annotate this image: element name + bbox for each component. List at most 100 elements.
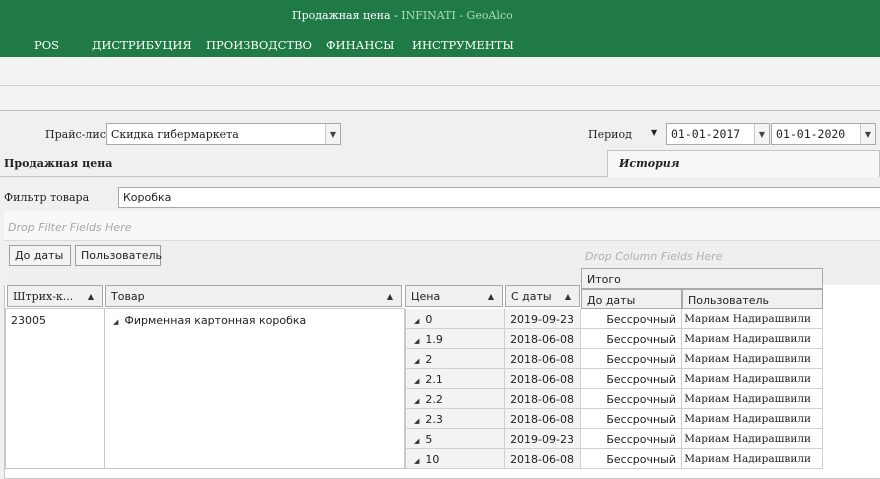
price-value: 10 xyxy=(425,453,440,466)
from-date-cell: 2018-06-08 xyxy=(505,409,581,429)
header-product[interactable]: Товар ▲ xyxy=(105,285,402,307)
sort-asc-icon: ▲ xyxy=(87,292,94,301)
header-product-label: Товар xyxy=(111,290,145,303)
price-cell: ◢ 1.9 xyxy=(405,329,505,349)
barcode-value: 23005 xyxy=(11,314,46,327)
sort-asc-icon: ▲ xyxy=(564,292,571,301)
price-value: 5 xyxy=(425,433,433,446)
to-date-cell: Бессрочный xyxy=(581,409,682,429)
from-date-cell: 2018-06-08 xyxy=(505,349,581,369)
header-user[interactable]: Пользователь xyxy=(682,289,823,309)
price-cell: ◢ 2.2 xyxy=(405,389,505,409)
toolbar-strip xyxy=(0,57,880,86)
to-date-cell: Бессрочный xyxy=(581,369,682,389)
menu-item-finance[interactable]: ФИНАНСЫ xyxy=(326,38,394,52)
product-cell: ◢ Фирменная картонная коробка xyxy=(105,308,405,469)
to-date-cell: Бессрочный xyxy=(581,349,682,369)
user-cell: Мариам Надирашвили xyxy=(682,369,823,389)
sort-asc-icon: ▲ xyxy=(386,292,393,301)
toolbar-strip-secondary xyxy=(0,86,880,111)
product-filter-input[interactable]: Коробка xyxy=(118,187,880,208)
from-date-cell: 2019-09-23 xyxy=(505,429,581,449)
price-cell: ◢ 2 xyxy=(405,349,505,369)
from-date-cell: 2018-06-08 xyxy=(505,389,581,409)
product-group-row[interactable]: ◢ Фирменная картонная коробка xyxy=(105,309,404,327)
from-date-cell: 2018-06-08 xyxy=(505,449,581,469)
barcode-cell: 23005 xyxy=(5,308,105,469)
chevron-down-icon[interactable]: ▼ xyxy=(860,124,875,144)
tab-sale-price[interactable]: Продажная цена xyxy=(4,157,112,170)
sort-asc-icon: ▲ xyxy=(487,292,494,301)
from-date-cell: 2018-06-08 xyxy=(505,369,581,389)
user-cell: Мариам Надирашвили xyxy=(682,389,823,409)
price-value: 2.2 xyxy=(425,393,443,406)
to-date-cell: Бессрочный xyxy=(581,429,682,449)
header-total: Итого xyxy=(581,268,823,289)
period-from-value: 01-01-2017 xyxy=(671,127,741,141)
app-name: INFINATI - GeoAlco xyxy=(401,9,513,22)
menu-item-tools[interactable]: ИНСТРУМЕНТЫ xyxy=(412,38,514,52)
price-list-combo[interactable]: Скидка гибермаркета ▼ xyxy=(106,123,341,145)
header-from-date[interactable]: С даты ▲ xyxy=(505,285,580,307)
collapse-triangle-icon[interactable]: ◢ xyxy=(414,357,419,365)
chevron-down-icon[interactable]: ▼ xyxy=(325,124,340,144)
price-cell: ◢ 2.3 xyxy=(405,409,505,429)
price-cell: ◢ 10 xyxy=(405,449,505,469)
period-dropdown-icon[interactable]: ▼ xyxy=(651,128,657,137)
to-date-cell: Бессрочный xyxy=(581,329,682,349)
user-cell: Мариам Надирашвили xyxy=(682,329,823,349)
user-cell: Мариам Надирашвили xyxy=(682,409,823,429)
product-filter-label: Фильтр товара xyxy=(4,191,90,204)
product-name: Фирменная картонная коробка xyxy=(124,314,307,327)
collapse-triangle-icon[interactable]: ◢ xyxy=(414,377,419,385)
collapse-triangle-icon[interactable]: ◢ xyxy=(414,337,419,345)
menu-item-distribution[interactable]: ДИСТРИБУЦИЯ xyxy=(92,38,192,52)
title-prefix: Продажная цена - xyxy=(292,9,402,22)
price-list-label: Прайс-лист xyxy=(45,128,112,141)
header-barcode-label: Штрих-к... xyxy=(13,290,74,303)
user-cell: Мариам Надирашвили xyxy=(682,309,823,329)
header-from-date-label: С даты xyxy=(511,290,552,303)
tab-history[interactable]: История xyxy=(607,150,880,177)
menu-item-production[interactable]: ПРОИЗВОДСТВО xyxy=(206,38,312,52)
collapse-triangle-icon[interactable]: ◢ xyxy=(414,457,419,465)
period-to-combo[interactable]: 01-01-2020 ▼ xyxy=(771,123,876,145)
header-to-date[interactable]: До даты xyxy=(581,289,682,309)
header-price-label: Цена xyxy=(411,290,441,303)
period-label: Период xyxy=(588,128,632,141)
to-date-cell: Бессрочный xyxy=(581,309,682,329)
row-field-button-to-date[interactable]: До даты xyxy=(9,245,71,266)
header-price[interactable]: Цена ▲ xyxy=(405,285,503,307)
to-date-cell: Бессрочный xyxy=(581,449,682,469)
user-cell: Мариам Надирашвили xyxy=(682,449,823,469)
window-title: Продажная цена - INFINATI - GeoAlco xyxy=(292,9,513,22)
collapse-triangle-icon[interactable]: ◢ xyxy=(414,317,419,325)
user-cell: Мариам Надирашвили xyxy=(682,429,823,449)
price-value: 1.9 xyxy=(425,333,443,346)
tab-divider xyxy=(0,176,607,177)
period-from-combo[interactable]: 01-01-2017 ▼ xyxy=(666,123,770,145)
price-value: 2 xyxy=(425,353,433,366)
price-cell: ◢ 5 xyxy=(405,429,505,449)
filter-drop-area[interactable]: Drop Filter Fields Here xyxy=(4,211,880,241)
price-value: 2.3 xyxy=(425,413,443,426)
chevron-down-icon[interactable]: ▼ xyxy=(754,124,769,144)
column-drop-area[interactable]: Drop Column Fields Here xyxy=(585,250,723,263)
row-field-button-user[interactable]: Пользователь xyxy=(75,245,162,266)
period-to-value: 01-01-2020 xyxy=(776,127,846,141)
from-date-cell: 2019-09-23 xyxy=(505,309,581,329)
collapse-triangle-icon[interactable]: ◢ xyxy=(414,397,419,405)
collapse-triangle-icon[interactable]: ◢ xyxy=(414,417,419,425)
menu-item-pos[interactable]: POS xyxy=(34,38,59,52)
collapse-triangle-icon[interactable]: ◢ xyxy=(414,437,419,445)
price-value: 2.1 xyxy=(425,373,443,386)
price-value: 0 xyxy=(425,313,433,326)
price-cell: ◢ 2.1 xyxy=(405,369,505,389)
price-cell: ◢ 0 xyxy=(405,309,505,329)
header-barcode[interactable]: Штрих-к... ▲ xyxy=(7,285,103,307)
collapse-triangle-icon[interactable]: ◢ xyxy=(113,318,118,326)
user-cell: Мариам Надирашвили xyxy=(682,349,823,369)
to-date-cell: Бессрочный xyxy=(581,389,682,409)
from-date-cell: 2018-06-08 xyxy=(505,329,581,349)
price-list-value: Скидка гибермаркета xyxy=(111,127,239,141)
